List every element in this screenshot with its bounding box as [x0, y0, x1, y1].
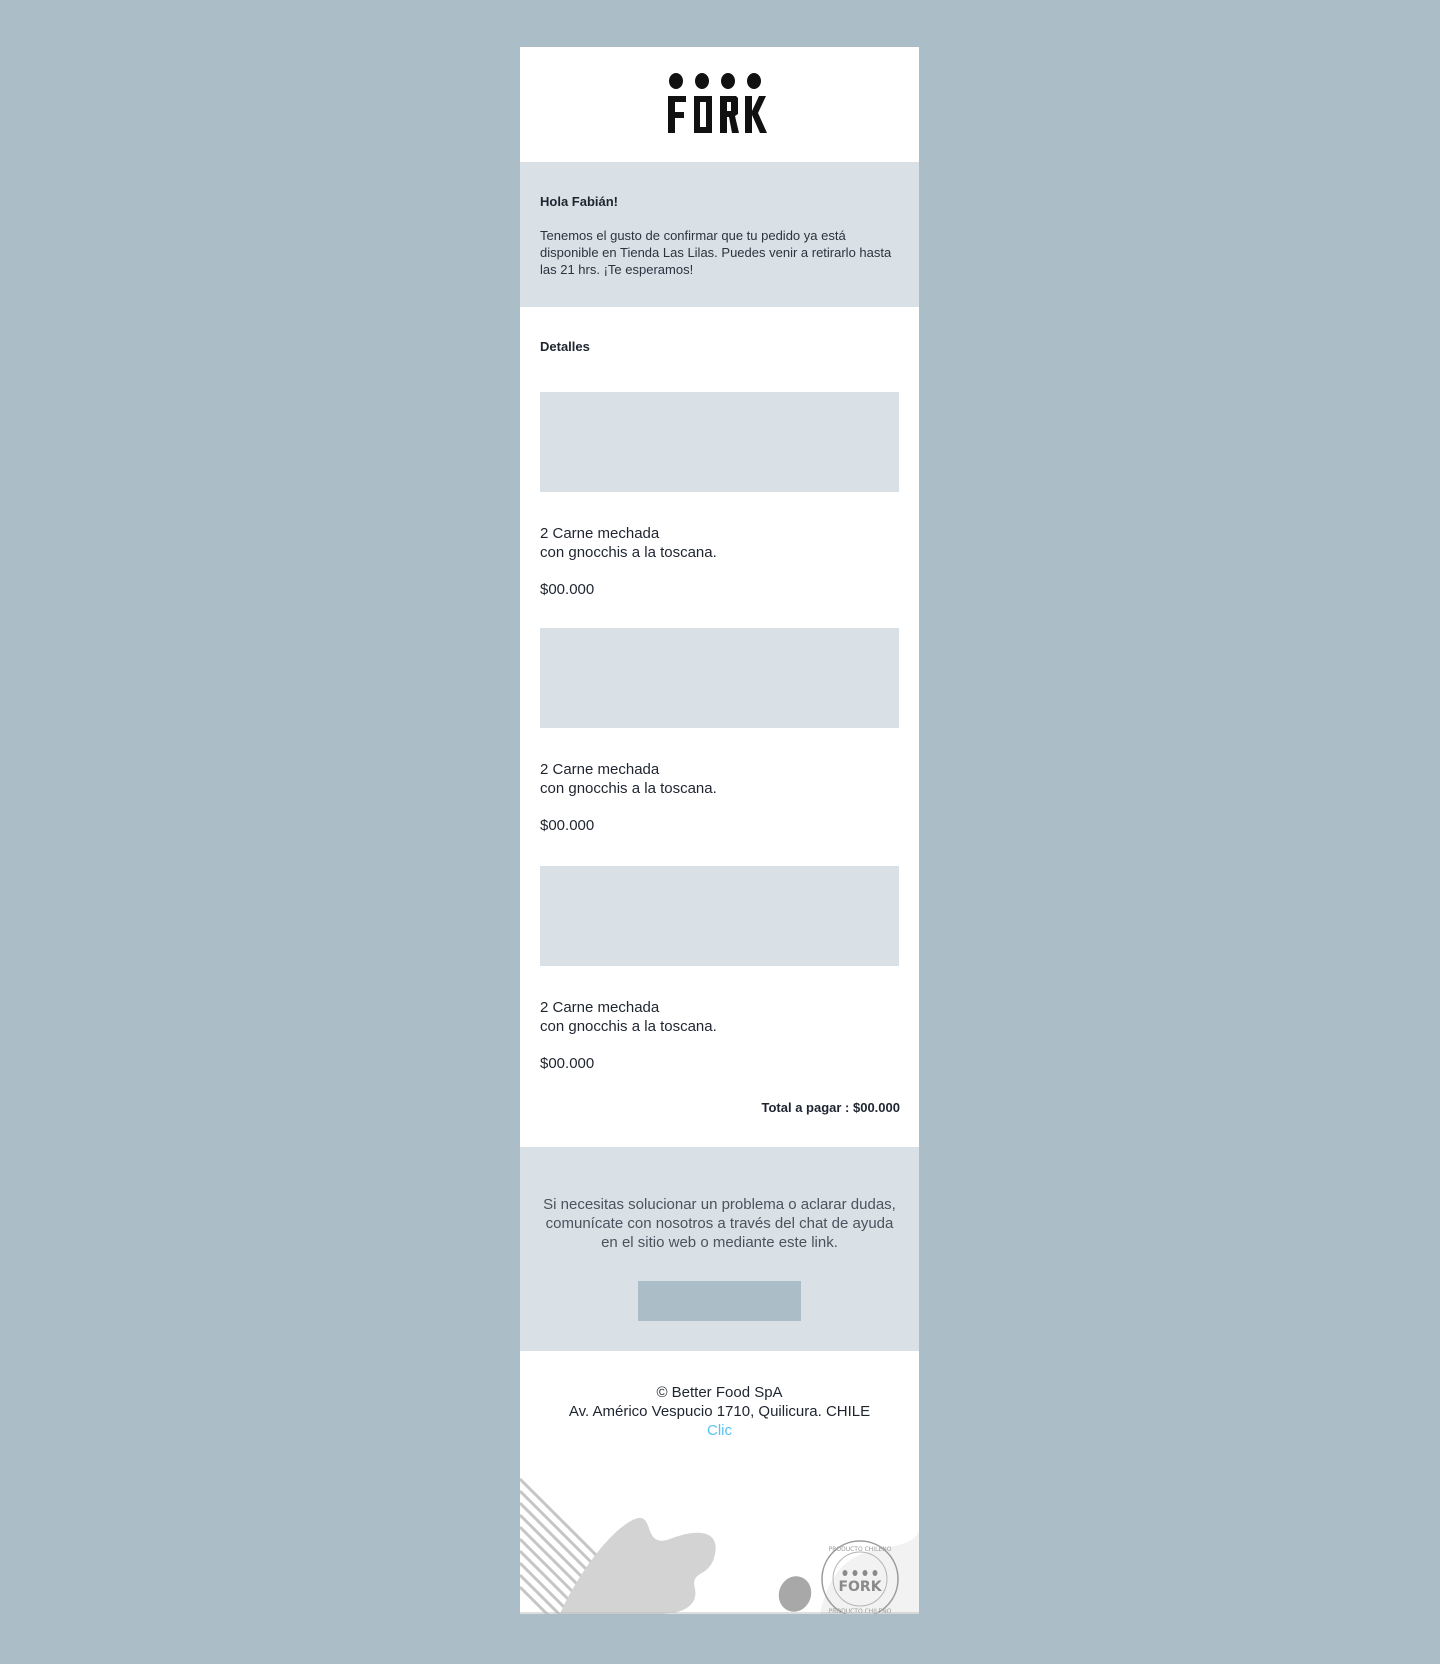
- email-container: Hola Fabián! Tenemos el gusto de confirm…: [520, 47, 919, 1614]
- order-details: Detalles 2 Carne mechada con gnocchis a …: [520, 307, 919, 1147]
- footer-company: © Better Food SpA: [656, 1384, 783, 1401]
- product-price: $00.000: [540, 1055, 595, 1072]
- help-button[interactable]: [638, 1281, 801, 1321]
- product-item: 2 Carne mechada con gnocchis a la toscan…: [540, 628, 900, 834]
- product-item: 2 Carne mechada con gnocchis a la toscan…: [540, 392, 900, 598]
- product-image: [540, 392, 899, 492]
- product-name-line1: 2 Carne mechada: [540, 761, 660, 778]
- product-price: $00.000: [540, 581, 595, 598]
- svg-text:PRODUCTO CHILENO: PRODUCTO CHILENO: [829, 1546, 892, 1553]
- greeting-panel: Hola Fabián! Tenemos el gusto de confirm…: [520, 162, 919, 307]
- order-total: Total a pagar : $00.000: [761, 1100, 901, 1115]
- product-name: 2 Carne mechada con gnocchis a la toscan…: [540, 998, 900, 1036]
- product-name-line1: 2 Carne mechada: [540, 525, 660, 542]
- help-text: Si necesitas solucionar un problema o ac…: [543, 1196, 896, 1251]
- help-panel: Si necesitas solucionar un problema o ac…: [520, 1147, 919, 1351]
- product-name-line2: con gnocchis a la toscana.: [540, 544, 717, 561]
- product-name-line2: con gnocchis a la toscana.: [540, 1018, 717, 1035]
- footer-illustration: FORK PRODUCTO CHILENO PRODUCTO CHILENO: [520, 1477, 919, 1614]
- product-name: 2 Carne mechada con gnocchis a la toscan…: [540, 524, 900, 562]
- product-name: 2 Carne mechada con gnocchis a la toscan…: [540, 760, 900, 798]
- fork-logo: [667, 72, 767, 133]
- details-title: Detalles: [540, 339, 590, 354]
- footer-link[interactable]: Clic: [707, 1421, 732, 1440]
- email-footer: © Better Food SpA Av. Américo Vespucio 1…: [520, 1351, 919, 1614]
- product-image: [540, 628, 899, 728]
- product-image: [540, 866, 899, 966]
- greeting-title: Hola Fabián!: [540, 194, 619, 209]
- footer-address: Av. Américo Vespucio 1710, Quilicura. CH…: [568, 1403, 871, 1420]
- product-item: 2 Carne mechada con gnocchis a la toscan…: [540, 866, 900, 1072]
- svg-text:FORK: FORK: [838, 1579, 882, 1595]
- greeting-message: Tenemos el gusto de confirmar que tu ped…: [540, 228, 892, 277]
- email-header: [520, 47, 919, 162]
- product-price: $00.000: [540, 817, 595, 834]
- product-name-line1: 2 Carne mechada: [540, 999, 660, 1016]
- product-name-line2: con gnocchis a la toscana.: [540, 780, 717, 797]
